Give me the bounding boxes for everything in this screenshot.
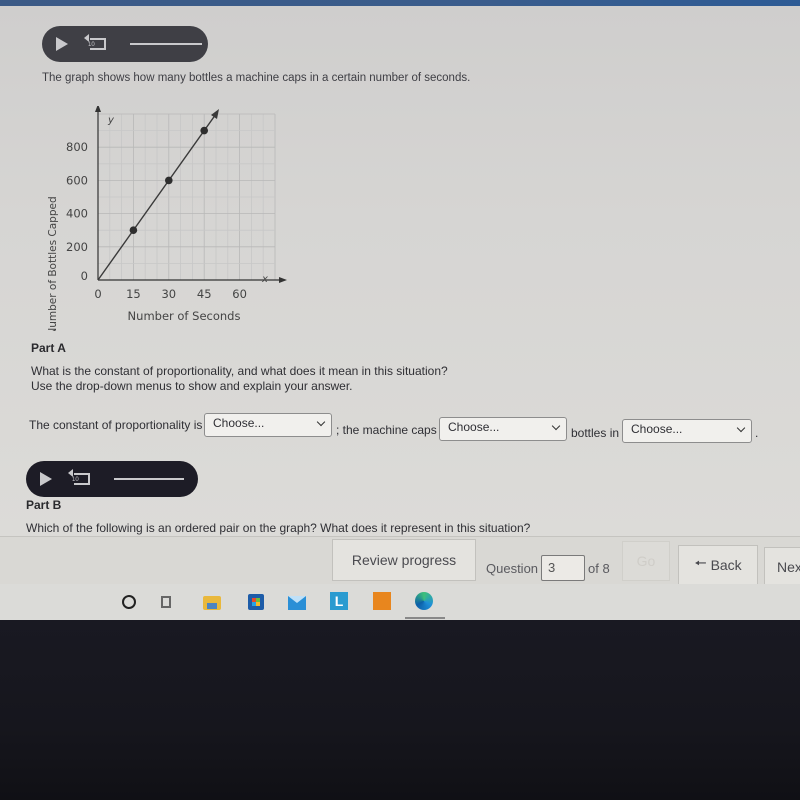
file-explorer-icon[interactable] — [203, 592, 223, 612]
data-point — [129, 226, 138, 234]
mail-icon[interactable] — [288, 592, 308, 612]
data-point — [165, 176, 173, 185]
bottles-dropdown[interactable]: Choose... — [439, 417, 567, 441]
assessment-page: 10 The graph shows how many bottles a ma… — [0, 6, 800, 536]
chevron-down-icon — [551, 421, 561, 431]
x-axis-label: Number of Seconds — [128, 309, 241, 323]
replay-10-icon[interactable]: 10 — [68, 469, 90, 485]
search-circle-icon[interactable] — [119, 592, 139, 612]
back-button[interactable]: 🠔 Back — [678, 545, 758, 585]
chevron-down-icon — [316, 417, 326, 427]
y-tick-label: 400 — [66, 207, 88, 221]
play-icon[interactable] — [40, 472, 52, 486]
y-tick-label: 0 — [81, 269, 88, 283]
y-tick-label: 200 — [66, 240, 88, 254]
constant-dropdown[interactable]: Choose... — [204, 413, 332, 437]
audio-player: 10 — [42, 26, 208, 62]
question-label: Question — [486, 561, 539, 576]
question-number-input[interactable]: 3 — [541, 555, 585, 581]
data-point — [200, 126, 208, 135]
bottles-dropdown-value: Choose... — [448, 420, 500, 434]
back-label: Back — [710, 557, 742, 573]
chevron-down-icon — [736, 423, 746, 433]
play-icon[interactable] — [56, 37, 68, 51]
sentence-part-2: ; the machine caps — [336, 423, 437, 437]
audio-progress-track[interactable] — [130, 43, 202, 45]
of-total-label: of 8 — [588, 561, 610, 576]
replay-10-icon[interactable]: 10 — [84, 34, 106, 50]
x-tick-label: 60 — [232, 287, 247, 301]
x-tick-label: 45 — [197, 287, 212, 301]
edge-browser-icon[interactable] — [415, 592, 435, 612]
monitor-bezel — [0, 620, 800, 800]
seconds-dropdown[interactable]: Choose... — [622, 419, 752, 443]
review-progress-button[interactable]: Review progress — [332, 539, 476, 581]
x-tick-label: 0 — [94, 287, 101, 301]
arrow-left-icon: 🠔 — [694, 555, 707, 571]
active-app-indicator — [405, 617, 445, 619]
l-app-icon[interactable]: L — [330, 592, 350, 612]
next-button[interactable]: Next — [764, 547, 800, 587]
x-tick-label: 15 — [126, 287, 141, 301]
x-tick-label: 30 — [161, 287, 176, 301]
task-view-icon[interactable] — [158, 592, 178, 612]
orange-app-icon[interactable] — [373, 592, 393, 612]
part-a-instruction: Use the drop-down menus to show and expl… — [31, 379, 353, 393]
y-tick-label: 800 — [66, 140, 88, 154]
windows-taskbar: L — [0, 584, 800, 620]
y-tick-label: 600 — [66, 173, 88, 187]
audio-player: 10 — [26, 461, 198, 497]
part-a-question: What is the constant of proportionality,… — [31, 364, 448, 378]
microsoft-store-icon[interactable] — [246, 592, 266, 612]
sentence-end: . — [755, 426, 759, 440]
y-axis-letter: y — [107, 115, 115, 126]
assessment-footer: Review progress Question 3 of 8 Go 🠔 Bac… — [0, 536, 800, 587]
sentence-part-3: bottles in — [571, 426, 620, 440]
y-axis-label: Number of Bottles Capped — [47, 196, 59, 331]
x-axis-letter: x — [261, 274, 268, 285]
part-b-title: Part B — [26, 498, 62, 512]
sentence-part-1: The constant of proportionality is — [29, 418, 203, 432]
go-button[interactable]: Go — [622, 541, 670, 581]
part-b-question: Which of the following is an ordered pai… — [26, 521, 531, 535]
audio-progress-track[interactable] — [114, 478, 184, 480]
chart-svg: 0 15 30 45 600200400600800 Number of Bottles… — [47, 104, 287, 336]
seconds-dropdown-value: Choose... — [631, 422, 683, 436]
part-a-title: Part A — [31, 341, 66, 355]
intro-text: The graph shows how many bottles a machi… — [42, 72, 471, 84]
proportional-graph: 0 15 30 45 60 0 200 400 600 800 Number of Bottles… — [40, 104, 290, 336]
constant-dropdown-value: Choose... — [213, 416, 265, 430]
